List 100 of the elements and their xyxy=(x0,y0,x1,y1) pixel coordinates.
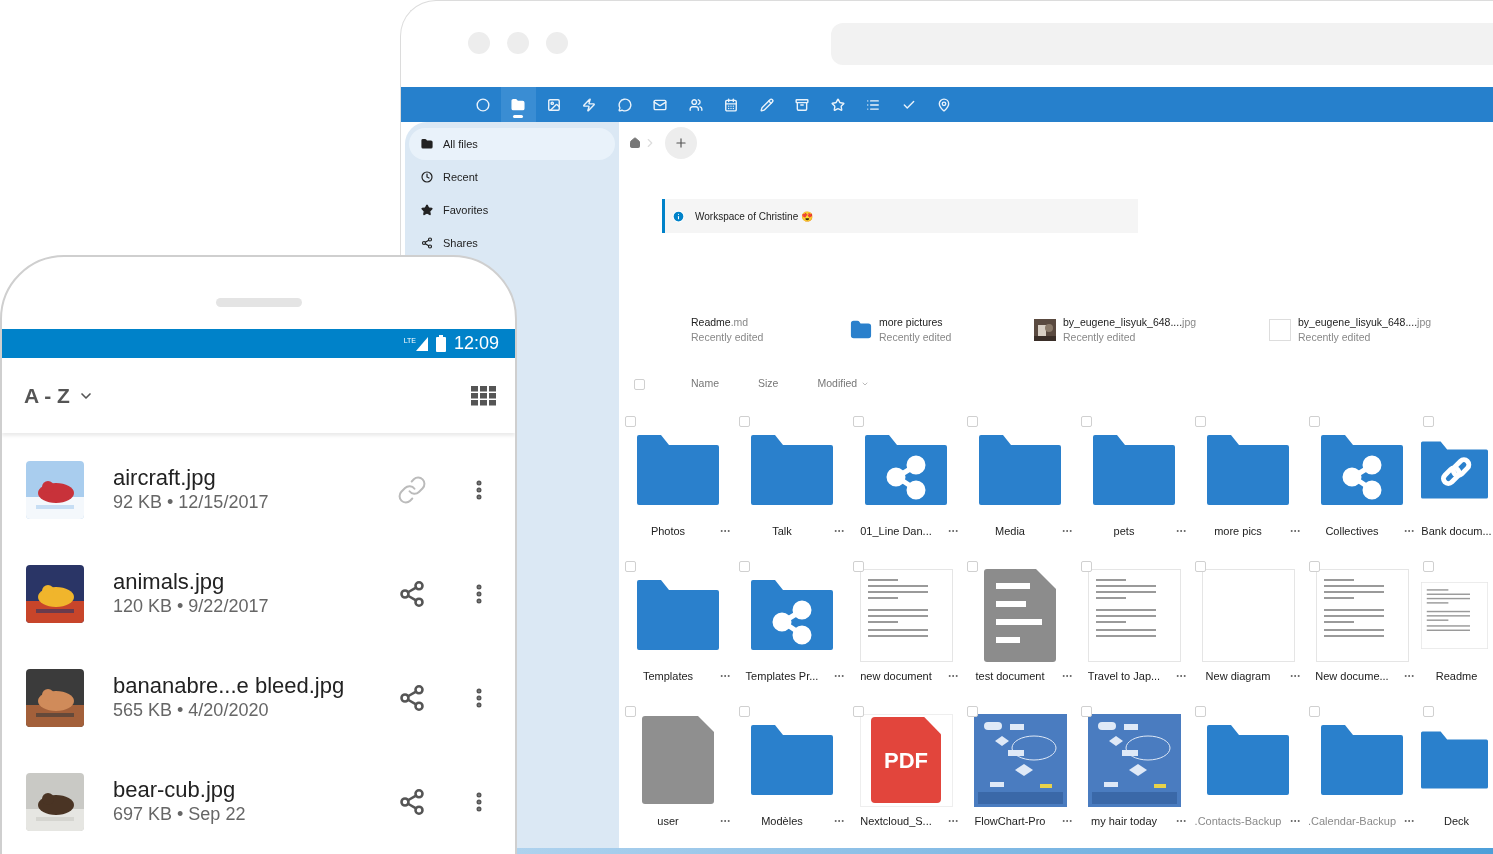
file-tile[interactable]: .Contacts-Backup xyxy=(1193,702,1307,847)
checkbox[interactable] xyxy=(967,416,978,427)
info-text: Workspace of Christine 😍 xyxy=(695,209,813,224)
checkbox[interactable] xyxy=(1309,706,1320,717)
home-icon[interactable] xyxy=(629,137,641,149)
folder-icon xyxy=(751,435,833,505)
file-tile[interactable]: my hair today xyxy=(1079,702,1193,847)
file-tile[interactable]: New docume... xyxy=(1307,557,1421,702)
checkbox[interactable] xyxy=(625,416,636,427)
file-tile[interactable]: more pics xyxy=(1193,412,1307,557)
file-tile[interactable]: pets xyxy=(1079,412,1193,557)
checkbox[interactable] xyxy=(1423,416,1434,427)
checkbox[interactable] xyxy=(1195,561,1206,572)
checkbox[interactable] xyxy=(1081,706,1092,717)
file-tile[interactable]: Travel to Jap... xyxy=(1079,557,1193,702)
checkbox[interactable] xyxy=(739,706,750,717)
sidebar-item[interactable]: Favorites xyxy=(409,194,615,226)
share-icon[interactable] xyxy=(398,788,426,816)
file-name: Readme xyxy=(1434,668,1479,684)
checkbox[interactable] xyxy=(1309,561,1320,572)
new-button[interactable] xyxy=(665,127,697,159)
recent-file[interactable]: by_eugene_lisyuk_648....jpg Recently edited xyxy=(1268,315,1478,345)
file-tile[interactable]: .Calendar-Backup xyxy=(1307,702,1421,847)
file-tile[interactable]: Bank docum... xyxy=(1421,412,1492,557)
favorites-icon xyxy=(421,204,433,216)
file-row[interactable]: animals.jpg 120 KB • 9/22/2017 xyxy=(2,542,515,646)
checkbox[interactable] xyxy=(1081,416,1092,427)
battery-icon xyxy=(435,335,446,352)
file-tile[interactable]: FlowChart-Pro xyxy=(965,702,1079,847)
file-tile[interactable]: Deck xyxy=(1421,702,1492,847)
pdf-file-icon: PDF xyxy=(871,717,941,803)
sidebar-item[interactable]: All files xyxy=(409,128,615,160)
shared-folder-icon xyxy=(865,435,947,505)
file-tile[interactable]: user xyxy=(623,702,737,847)
link-icon[interactable] xyxy=(397,475,427,505)
checkbox[interactable] xyxy=(1423,706,1434,717)
file-name: Templates Pr... xyxy=(744,668,820,684)
file-name: user xyxy=(656,813,680,829)
file-tile[interactable]: 01_Line Dan... xyxy=(851,412,965,557)
share-icon[interactable] xyxy=(398,684,426,712)
file-tile[interactable]: Templates Pr... xyxy=(737,557,851,702)
recent-file[interactable]: more pictures Recently edited xyxy=(849,315,1033,345)
checkbox[interactable] xyxy=(1423,561,1434,572)
share-icon[interactable] xyxy=(398,580,426,608)
plus-icon xyxy=(674,136,688,150)
file-tile[interactable]: test document xyxy=(965,557,1079,702)
file-meta: 120 KB • 9/22/2017 xyxy=(113,595,269,618)
file-tile[interactable]: New diagram xyxy=(1193,557,1307,702)
file-tile[interactable]: Media xyxy=(965,412,1079,557)
sort-dropdown[interactable]: A - Z xyxy=(24,379,94,412)
checkbox[interactable] xyxy=(625,706,636,717)
checkbox[interactable] xyxy=(853,706,864,717)
file-row[interactable]: aircraft.jpg 92 KB • 12/15/2017 xyxy=(2,438,515,542)
file-tile[interactable]: Photos xyxy=(623,412,737,557)
checkbox[interactable] xyxy=(967,706,978,717)
app-button[interactable] xyxy=(500,87,536,122)
file-meta: 565 KB • 4/20/2020 xyxy=(113,699,270,722)
checkbox[interactable] xyxy=(853,416,864,427)
column-header[interactable]: Size xyxy=(758,376,779,392)
grid-view-icon[interactable] xyxy=(471,385,496,406)
app-icon xyxy=(795,97,810,112)
checkbox[interactable] xyxy=(625,561,636,572)
checkbox[interactable] xyxy=(634,378,645,390)
file-tile[interactable]: Readme xyxy=(1421,557,1492,702)
file-subtitle: Recently edited xyxy=(1298,330,1372,345)
file-tile[interactable]: Templates xyxy=(623,557,737,702)
file-name: New diagram xyxy=(1204,668,1272,684)
app-icon xyxy=(582,97,597,112)
app-icon xyxy=(724,97,739,112)
recent-file[interactable]: Readme.md Recently edited xyxy=(661,315,849,345)
checkbox[interactable] xyxy=(1195,416,1206,427)
folder-icon xyxy=(751,725,833,795)
sidebar-item[interactable]: Shares xyxy=(409,227,615,259)
checkbox[interactable] xyxy=(739,416,750,427)
file-name: .Calendar-Backup xyxy=(1307,813,1397,829)
recent-file[interactable]: by_eugene_lisyuk_648....jpg Recently edited xyxy=(1033,315,1268,345)
folder-icon xyxy=(1093,435,1175,505)
column-header[interactable]: Name xyxy=(691,376,719,392)
file-name: bananabre...e bleed.jpg xyxy=(113,674,345,698)
file-tile[interactable]: Modèles xyxy=(737,702,851,847)
file-name: aircraft.jpg xyxy=(113,466,217,490)
checkbox[interactable] xyxy=(739,561,750,572)
app-icon xyxy=(546,97,561,112)
column-header[interactable]: Modified xyxy=(817,376,870,392)
checkbox[interactable] xyxy=(967,561,978,572)
file-tile[interactable]: new document xyxy=(851,557,965,702)
file-name: Talk xyxy=(771,523,793,539)
file-tile[interactable]: Talk xyxy=(737,412,851,557)
shared-folder-icon xyxy=(1321,435,1403,505)
checkbox[interactable] xyxy=(853,561,864,572)
checkbox[interactable] xyxy=(1081,561,1092,572)
sidebar-item[interactable]: Recent xyxy=(409,161,615,193)
file-row[interactable]: bear-cub.jpg 697 KB • Sep 22 xyxy=(2,750,515,854)
checkbox[interactable] xyxy=(1309,416,1320,427)
file-name: Nextcloud_S... xyxy=(859,813,933,829)
file-name: Collectives xyxy=(1324,523,1380,539)
file-tile[interactable]: Collectives xyxy=(1307,412,1421,557)
file-row[interactable]: bananabre...e bleed.jpg 565 KB • 4/20/2020 xyxy=(2,646,515,750)
blank-preview xyxy=(1269,319,1291,341)
checkbox[interactable] xyxy=(1195,706,1206,717)
